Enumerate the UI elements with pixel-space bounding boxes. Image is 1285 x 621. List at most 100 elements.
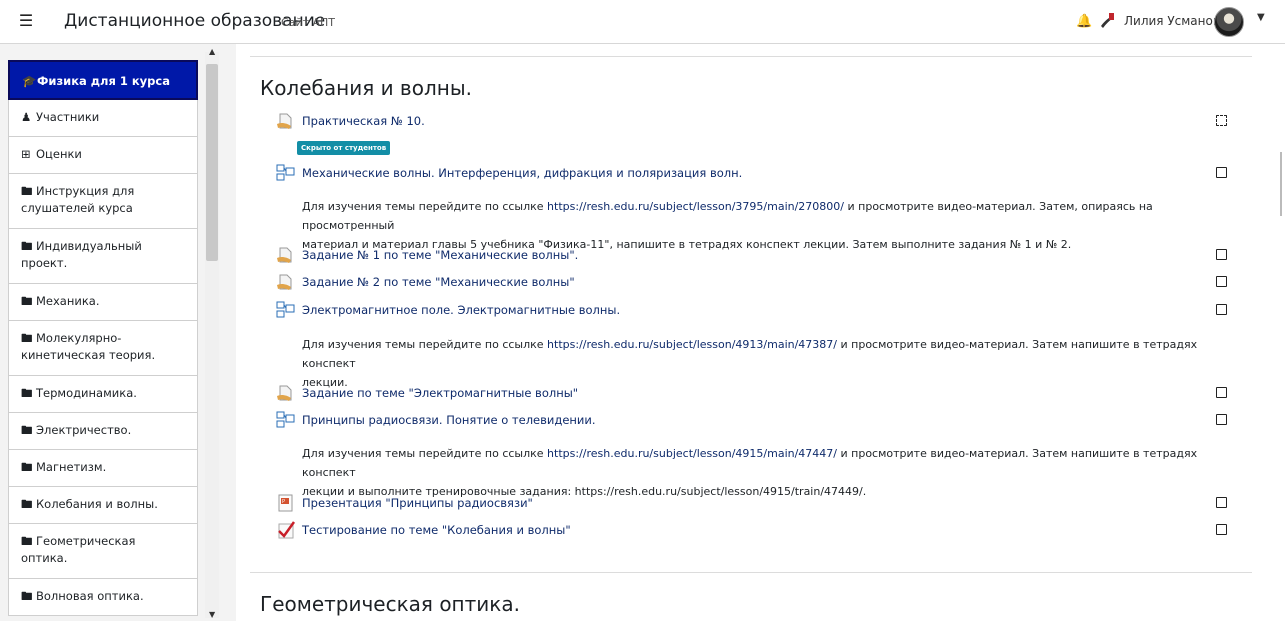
description-text: Для изучения темы перейдите по ссылке (302, 447, 548, 460)
sidebar-scrollbar-thumb[interactable] (206, 64, 218, 261)
completion-checkbox[interactable] (1216, 524, 1227, 535)
activity-link[interactable]: Механические волны. Интерференция, дифра… (302, 166, 742, 180)
presentation-icon: P (278, 494, 293, 512)
assignment-icon (277, 247, 292, 263)
folder-icon: 🖿 (21, 331, 33, 345)
folder-icon: 🖿 (21, 589, 33, 603)
sidebar-item-thermodynamics[interactable]: 🖿 Термодинамика. (8, 376, 198, 413)
activity-link[interactable]: Презентация "Принципы радиосвязи" (302, 496, 533, 510)
completion-checkbox[interactable] (1216, 497, 1227, 508)
sidebar-item-individual-project[interactable]: 🖿 Индивидуальный проект. (8, 229, 198, 284)
activity-link[interactable]: Задание № 2 по теме "Механические волны" (302, 275, 575, 289)
completion-checkbox[interactable] (1216, 387, 1227, 398)
chevron-down-icon[interactable]: ▼ (1257, 12, 1265, 23)
activity-item: Механические волны. Интерференция, дифра… (276, 163, 1236, 183)
activity-item: Тестирование по теме "Колебания и волны" (276, 520, 1236, 540)
section-divider (250, 572, 1252, 573)
sidebar-item-label: Геометрическая оптика. (21, 534, 136, 565)
sidebar-item-label: Механика. (36, 294, 100, 308)
activity-item: Задание по теме "Электромагнитные волны" (276, 383, 1236, 403)
activity-item: Задание № 1 по теме "Механические волны"… (276, 245, 1236, 265)
quiz-icon (278, 521, 296, 539)
sidebar-item-label: Магнетизм. (36, 460, 107, 474)
course-sidebar: 🎓Физика для 1 курса ♟ Участники ⊞ Оценки 🖿… (0, 44, 236, 621)
activity-item: Практическая № 10. (276, 111, 1236, 131)
activity-link[interactable]: Электромагнитное поле. Электромагнитные … (302, 303, 620, 317)
sidebar-nav: 🎓Физика для 1 курса ♟ Участники ⊞ Оценки 🖿… (8, 60, 198, 616)
book-icon (276, 411, 295, 428)
sidebar-item-oscillations[interactable]: 🖿 Колебания и волны. (8, 487, 198, 524)
sidebar-item-label: Термодинамика. (36, 386, 137, 400)
sidebar-item-geometric-optics[interactable]: 🖿 Геометрическая оптика. (8, 524, 198, 579)
sidebar-item-magnetism[interactable]: 🖿 Магнетизм. (8, 450, 198, 487)
table-icon: ⊞ (21, 147, 31, 161)
top-navbar: ☰ Дистанционное образование Сайт АПТ 🔔 Л… (0, 0, 1285, 44)
description-link[interactable]: https://resh.edu.ru/subject/lesson/4915/… (547, 447, 837, 460)
bell-icon[interactable]: 🔔 (1076, 14, 1092, 29)
sidebar-item-label: Участники (36, 110, 100, 124)
scroll-down-arrow-icon[interactable]: ▼ (209, 610, 215, 619)
sidebar-item-participants[interactable]: ♟ Участники (8, 100, 198, 137)
activity-item: P Презентация "Принципы радиосвязи" (276, 493, 1236, 513)
activity-link[interactable]: Принципы радиосвязи. Понятие о телевиден… (302, 413, 596, 427)
sidebar-item-grades[interactable]: ⊞ Оценки (8, 137, 198, 174)
sidebar-item-course[interactable]: 🎓Физика для 1 курса (8, 60, 198, 100)
sidebar-item-mkt[interactable]: 🖿 Молекулярно-кинетическая теория. (8, 321, 198, 376)
sidebar-item-wave-optics[interactable]: 🖿 Волновая оптика. (8, 579, 198, 616)
activity-link[interactable]: Тестирование по теме "Колебания и волны" (302, 523, 571, 537)
svg-text:P: P (282, 499, 285, 505)
activity-link[interactable]: Практическая № 10. (302, 114, 425, 128)
completion-checkbox[interactable] (1216, 115, 1227, 126)
activity-link[interactable]: Задание № 1 по теме "Механические волны"… (302, 248, 578, 262)
sidebar-item-instructions[interactable]: 🖿 Инструкция для слушателей курса (8, 174, 198, 229)
completion-checkbox[interactable] (1216, 304, 1227, 315)
sidebar-item-label: Электричество. (36, 423, 132, 437)
folder-icon: 🖿 (21, 497, 33, 511)
messages-icon[interactable] (1098, 12, 1116, 30)
assignment-icon (277, 274, 292, 290)
book-icon (276, 164, 295, 181)
activity-item: Задание № 2 по теме "Механические волны" (276, 272, 1236, 292)
hidden-from-students-badge: Скрыто от студентов (297, 141, 391, 155)
sidebar-item-label: Инструкция для слушателей курса (21, 184, 135, 215)
folder-icon: 🖿 (21, 239, 33, 253)
assignment-icon (277, 385, 292, 401)
scroll-up-arrow-icon[interactable]: ▲ (209, 47, 215, 56)
completion-checkbox[interactable] (1216, 414, 1227, 425)
completion-checkbox[interactable] (1216, 249, 1227, 260)
next-section-title: Геометрическая оптика. (260, 592, 520, 616)
folder-icon: 🖿 (21, 294, 33, 308)
completion-checkbox[interactable] (1216, 167, 1227, 178)
description-link[interactable]: https://resh.edu.ru/subject/lesson/3795/… (547, 200, 844, 213)
user-name[interactable]: Лилия Усманова (1124, 14, 1227, 28)
sidebar-item-electricity[interactable]: 🖿 Электричество. (8, 413, 198, 450)
folder-icon: 🖿 (21, 423, 33, 437)
description-link[interactable]: https://resh.edu.ru/subject/lesson/4913/… (547, 338, 837, 351)
sidebar-item-label: Колебания и волны. (36, 497, 158, 511)
sidebar-item-label: Молекулярно-кинетическая теория. (21, 331, 156, 362)
site-link[interactable]: Сайт АПТ (281, 16, 335, 29)
assignment-icon (277, 113, 292, 129)
description-text: Для изучения темы перейдите по ссылке (302, 200, 548, 213)
section-divider (250, 56, 1252, 57)
activity-link[interactable]: Задание по теме "Электромагнитные волны" (302, 386, 578, 400)
sidebar-item-label: Физика для 1 курса (37, 74, 170, 88)
graduation-cap-icon: 🎓 (22, 74, 37, 88)
description-text: Для изучения темы перейдите по ссылке (302, 338, 548, 351)
folder-icon: 🖿 (21, 184, 33, 198)
folder-icon: 🖿 (21, 386, 33, 400)
sidebar-item-label: Оценки (36, 147, 82, 161)
activity-item: Электромагнитное поле. Электромагнитные … (276, 300, 1236, 320)
sidebar-item-label: Индивидуальный проект. (21, 239, 142, 270)
avatar[interactable] (1214, 7, 1244, 37)
hamburger-menu-icon[interactable]: ☰ (18, 12, 34, 30)
course-content: Колебания и волны. Практическая № 10. Ск… (236, 44, 1285, 621)
sidebar-item-label: Волновая оптика. (36, 589, 144, 603)
completion-checkbox[interactable] (1216, 276, 1227, 287)
page-scrollbar-thumb[interactable] (1280, 152, 1282, 216)
folder-icon: 🖿 (21, 534, 33, 548)
sidebar-item-mechanics[interactable]: 🖿 Механика. (8, 284, 198, 321)
activity-item: Принципы радиосвязи. Понятие о телевиден… (276, 410, 1236, 430)
users-icon: ♟ (21, 110, 32, 124)
section-title: Колебания и волны. (260, 76, 472, 100)
